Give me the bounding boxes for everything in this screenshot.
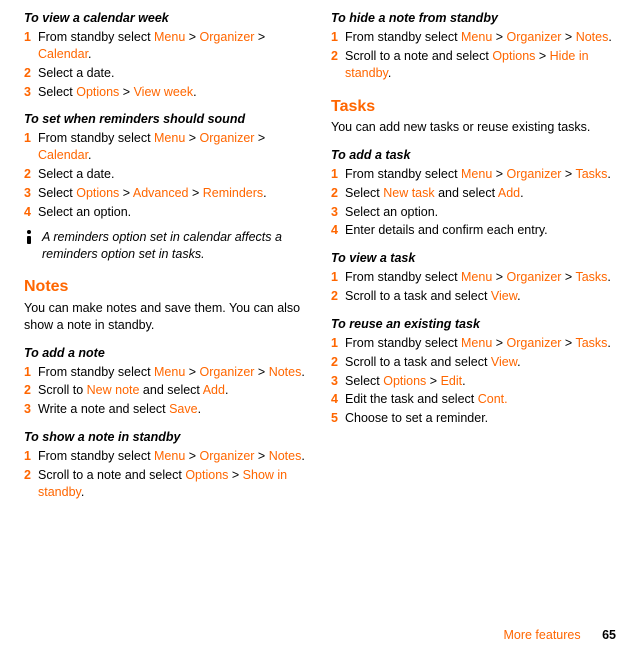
ui-cont: Cont. [478,392,508,406]
step: Scroll to a task and select View. [331,354,616,371]
heading-add-task: To add a task [331,147,616,164]
ui-menu: Menu [154,30,185,44]
step: Select Options > View week. [24,84,309,101]
steps-reuse-task: From standby select Menu > Organizer > T… [331,335,616,427]
step: Choose to set a reminder. [331,410,616,427]
step: Scroll to New note and select Add. [24,382,309,399]
ui-view-week: View week [134,85,194,99]
steps-show-note: From standby select Menu > Organizer > N… [24,448,309,501]
left-column: To view a calendar week From standby sel… [24,10,309,503]
step: From standby select Menu > Organizer > N… [24,448,309,465]
step: Write a note and select Save. [24,401,309,418]
ui-view: View [491,289,517,303]
step: Scroll to a note and select Options > Hi… [331,48,616,82]
step: From standby select Menu > Organizer > C… [24,130,309,164]
ui-calendar: Calendar [38,47,88,61]
step: Scroll to a note and select Options > Sh… [24,467,309,501]
heading-hide-note: To hide a note from standby [331,10,616,27]
tip-text: A reminders option set in calendar affec… [42,229,309,263]
steps-view-week: From standby select Menu > Organizer > C… [24,29,309,101]
ui-notes: Notes [269,365,302,379]
step: Enter details and confirm each entry. [331,222,616,239]
tasks-body: You can add new tasks or reuse existing … [331,119,616,136]
footer: More features 65 [503,627,616,644]
step: From standby select Menu > Organizer > N… [331,29,616,46]
info-icon [24,230,34,263]
heading-show-note: To show a note in standby [24,429,309,446]
ui-save: Save [169,402,198,416]
heading-reuse-task: To reuse an existing task [331,316,616,333]
step: From standby select Menu > Organizer > N… [24,364,309,381]
step: Edit the task and select Cont. [331,391,616,408]
ui-reminders: Reminders [203,186,263,200]
footer-page: 65 [602,628,616,642]
step: Select an option. [331,204,616,221]
ui-edit: Edit [441,374,463,388]
heading-view-week: To view a calendar week [24,10,309,27]
ui-new-task: New task [383,186,434,200]
step: Select an option. [24,204,309,221]
ui-tasks: Tasks [575,167,607,181]
step: Select Options > Edit. [331,373,616,390]
step: Select Options > Advanced > Reminders. [24,185,309,202]
ui-add: Add [203,383,225,397]
section-notes: Notes [24,276,309,298]
notes-body: You can make notes and save them. You ca… [24,300,309,334]
heading-add-note: To add a note [24,345,309,362]
step: Scroll to a task and select View. [331,288,616,305]
heading-reminders: To set when reminders should sound [24,111,309,128]
step: From standby select Menu > Organizer > T… [331,335,616,352]
tip-box: A reminders option set in calendar affec… [24,229,309,263]
step: From standby select Menu > Organizer > T… [331,166,616,183]
right-column: To hide a note from standby From standby… [331,10,616,503]
step: Select New task and select Add. [331,185,616,202]
steps-reminders: From standby select Menu > Organizer > C… [24,130,309,220]
ui-organizer: Organizer [200,30,255,44]
step: Select a date. [24,65,309,82]
steps-add-task: From standby select Menu > Organizer > T… [331,166,616,240]
step: Select a date. [24,166,309,183]
section-tasks: Tasks [331,96,616,118]
steps-view-task: From standby select Menu > Organizer > T… [331,269,616,305]
ui-options: Options [76,85,119,99]
steps-add-note: From standby select Menu > Organizer > N… [24,364,309,419]
footer-section: More features [503,628,580,642]
ui-advanced: Advanced [133,186,189,200]
step: From standby select Menu > Organizer > T… [331,269,616,286]
step: From standby select Menu > Organizer > C… [24,29,309,63]
ui-new-note: New note [87,383,140,397]
steps-hide-note: From standby select Menu > Organizer > N… [331,29,616,82]
heading-view-task: To view a task [331,250,616,267]
